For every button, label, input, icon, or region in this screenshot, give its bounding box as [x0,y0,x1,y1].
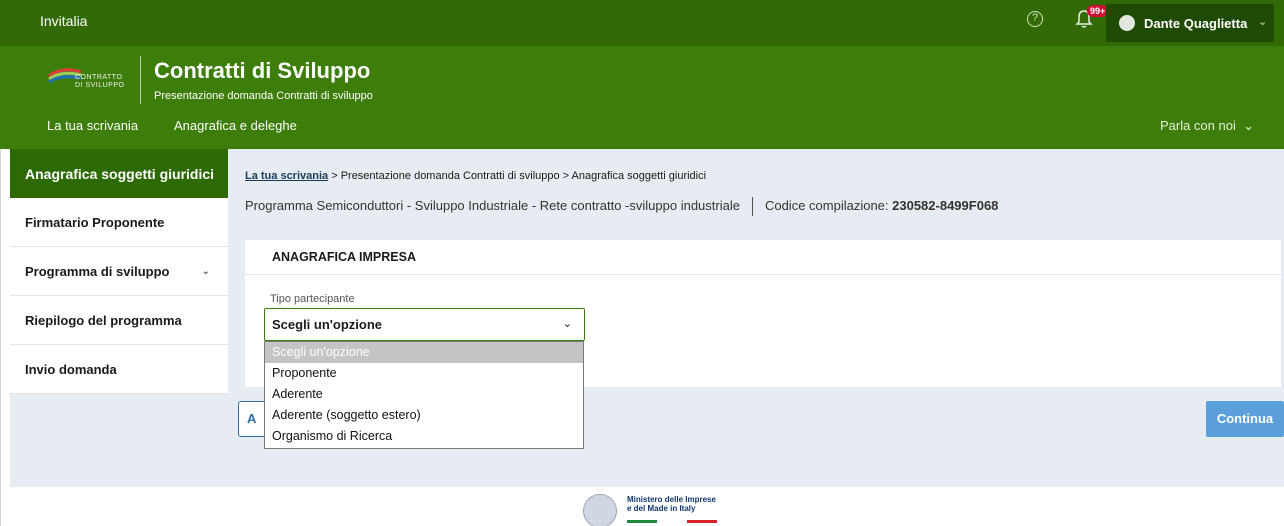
left-edge [0,149,10,526]
section-title: ANAGRAFICA IMPRESA [245,240,1281,275]
parla-con-noi-menu[interactable]: Parla con noi ⌄ [1160,118,1254,134]
chevron-down-icon: ⌄ [1258,16,1268,28]
option-aderente[interactable]: Aderente [265,384,583,405]
user-avatar-icon [1119,15,1135,31]
chevron-down-icon: ⌄ [1243,118,1254,133]
header-divider [140,56,141,104]
tipo-partecipante-select[interactable]: Scegli un'opzione ⌄ [264,308,585,341]
program-separator [751,197,753,216]
app-subtitle: Presentazione domanda Contratti di svilu… [154,90,373,102]
user-menu[interactable]: Dante Quaglietta ⌄ [1106,4,1274,42]
app-title: Contratti di Sviluppo [154,58,371,83]
option-scegli[interactable]: Scegli un'opzione [265,342,583,363]
contratto-sviluppo-logo[interactable]: CONTRATTO DI SVILUPPO [48,62,128,96]
breadcrumb-rest: > Presentazione domanda Contratti di svi… [328,170,707,182]
sidebar-item-label: Programma di sviluppo [25,263,170,279]
sidebar-item-label: Invio domanda [25,361,117,377]
ministry-name[interactable]: Ministero delle Imprese e del Made in Ita… [627,495,716,513]
nav-la-tua-scrivania[interactable]: La tua scrivania [47,118,138,133]
code-label: Codice compilazione: [764,197,893,213]
code-value: 230582-8499F068 [892,197,999,213]
program-name: Programma Semiconduttori - Sviluppo Indu… [245,197,740,213]
sidebar: Anagrafica soggetti giuridici Firmatario… [10,149,228,394]
sidebar-item-invio[interactable]: Invio domanda [10,345,228,394]
chevron-down-icon: ⌄ [562,318,572,330]
footer: Ministero delle Imprese e del Made in Ita… [10,487,1284,526]
breadcrumb: La tua scrivania > Presentazione domanda… [245,170,706,182]
sidebar-item-anagrafica-soggetti[interactable]: Anagrafica soggetti giuridici [10,149,228,198]
help-icon[interactable]: ? [1027,11,1043,27]
invitalia-brand[interactable]: Invitalia [40,13,87,29]
breadcrumb-link-scrivania[interactable]: La tua scrivania [245,170,328,182]
sidebar-item-label: Firmatario Proponente [25,214,165,230]
tipo-partecipante-label: Tipo partecipante [270,293,355,305]
chevron-down-icon: ⌄ [201,265,210,277]
option-organismo-ricerca[interactable]: Organismo di Ricerca [265,426,583,447]
sidebar-item-firmatario[interactable]: Firmatario Proponente [10,198,228,247]
select-value: Scegli un'opzione [272,317,382,332]
program-info: Programma Semiconduttori - Sviluppo Indu… [245,197,998,216]
sidebar-item-label: Riepilogo del programma [25,312,182,328]
sidebar-item-label: Anagrafica soggetti giuridici [25,165,215,182]
option-aderente-estero[interactable]: Aderente (soggetto estero) [265,405,583,426]
continue-button[interactable]: Continua [1206,401,1284,437]
app-header: CONTRATTO DI SVILUPPO Contratti di Svilup… [0,46,1284,149]
tipo-partecipante-dropdown: Scegli un'opzione Proponente Aderente Ad… [264,341,584,449]
italian-flag-bar [627,520,729,526]
sidebar-item-programma[interactable]: Programma di sviluppo ⌄ [10,247,228,296]
nav-anagrafica-deleghe[interactable]: Anagrafica e deleghe [174,118,297,133]
user-name: Dante Quaglietta [1144,16,1248,31]
sidebar-item-riepilogo[interactable]: Riepilogo del programma [10,296,228,345]
option-proponente[interactable]: Proponente [265,363,583,384]
top-bar: Invitalia ? 99+ Dante Quaglietta ⌄ [0,0,1284,46]
logo-text: CONTRATTO DI SVILUPPO [75,74,125,89]
emblem-icon [583,494,617,526]
